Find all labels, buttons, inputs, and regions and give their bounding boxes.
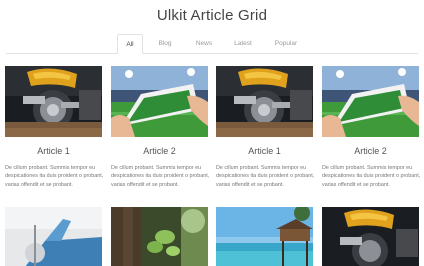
article-excerpt: De cillum probant. Summis tempor eu desp… [216,165,315,188]
tab-all[interactable]: All [117,34,143,54]
filter-tabs: All Blog News Latest Popular [0,34,424,54]
article-excerpt: De cillum probant. Summis tempor eu desp… [5,165,104,188]
article-image-motorcycle[interactable] [5,66,102,137]
article-image-aircraft[interactable] [5,207,102,266]
article-image-motorcycle[interactable] [322,207,419,266]
article-excerpt: De cillum probant. Summis tempor eu desp… [111,165,210,188]
article-image-motorcycle[interactable] [216,66,313,137]
tab-latest[interactable]: Latest [228,34,258,54]
article-image-phone-stadium[interactable] [111,66,208,137]
article-image-leaves[interactable] [111,207,208,266]
article-image-beach-hut[interactable] [216,207,313,266]
article-title[interactable]: Article 1 [216,146,313,156]
article-title[interactable]: Article 2 [322,146,419,156]
article-excerpt: De cillum probant. Summis tempor eu desp… [322,165,421,188]
tab-blog[interactable]: Blog [152,34,178,54]
tab-popular[interactable]: Popular [268,34,304,54]
page-title: Ulkit Article Grid [156,7,268,24]
article-title[interactable]: Article 2 [111,146,208,156]
tab-news[interactable]: News [190,34,218,54]
article-image-phone-stadium[interactable] [322,66,419,137]
article-title[interactable]: Article 1 [5,146,102,156]
